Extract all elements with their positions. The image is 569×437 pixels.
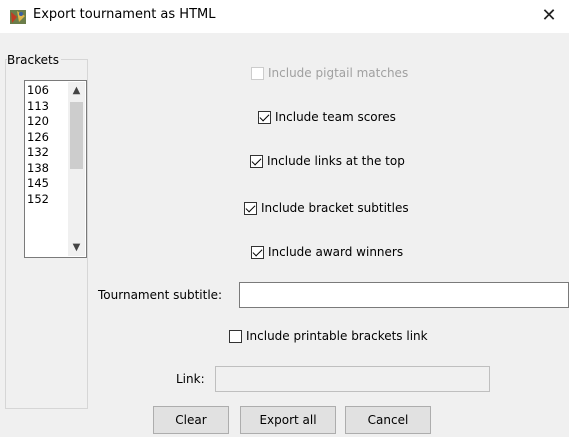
scroll-thumb[interactable]: [70, 102, 83, 169]
brackets-scrollbar[interactable]: ▲ ▼: [68, 82, 85, 256]
close-icon[interactable]: ✕: [535, 4, 563, 28]
window-title: Export tournament as HTML: [33, 7, 216, 22]
brackets-list: 106 113 120 126 132 138 145 152: [27, 83, 49, 207]
links-top-checkbox[interactable]: Include links at the top: [250, 154, 405, 168]
bracket-list-item[interactable]: 106: [27, 83, 49, 99]
bracket-list-item[interactable]: 138: [27, 161, 49, 177]
team-scores-checkbox[interactable]: Include team scores: [258, 110, 396, 124]
bracket-list-item[interactable]: 126: [27, 130, 49, 146]
links-top-checkbox-label: Include links at the top: [267, 154, 405, 168]
brackets-listbox[interactable]: 106 113 120 126 132 138 145 152 ▲ ▼: [24, 80, 87, 258]
bracket-subtitles-checkbox-box[interactable]: [244, 201, 257, 215]
link-label: Link:: [176, 372, 205, 386]
cancel-button[interactable]: Cancel: [345, 406, 431, 434]
links-top-checkbox-box[interactable]: [250, 154, 263, 168]
bracket-list-item[interactable]: 120: [27, 114, 49, 130]
bracket-list-item[interactable]: 145: [27, 176, 49, 192]
bracket-subtitles-checkbox-label: Include bracket subtitles: [261, 201, 409, 215]
brackets-label: Brackets: [7, 53, 61, 67]
pigtail-checkbox-box[interactable]: [251, 66, 264, 80]
link-input: [215, 366, 490, 392]
pigtail-checkbox-label: Include pigtail matches: [268, 66, 409, 80]
bracket-subtitles-checkbox[interactable]: Include bracket subtitles: [244, 201, 409, 215]
clear-button[interactable]: Clear: [153, 406, 229, 434]
award-winners-checkbox-label: Include award winners: [268, 245, 404, 259]
team-scores-checkbox-label: Include team scores: [275, 110, 396, 124]
title-bar: Export tournament as HTML ✕: [0, 0, 569, 33]
award-winners-checkbox-box[interactable]: [251, 245, 264, 259]
chevron-up-icon[interactable]: ▲: [68, 82, 85, 99]
tournament-subtitle-label: Tournament subtitle:: [98, 288, 223, 302]
pigtail-checkbox[interactable]: Include pigtail matches: [251, 66, 408, 80]
printable-link-checkbox-box[interactable]: [229, 329, 242, 343]
bracket-list-item[interactable]: 113: [27, 99, 49, 115]
tournament-subtitle-input[interactable]: [239, 282, 569, 308]
award-winners-checkbox[interactable]: Include award winners: [251, 245, 403, 259]
team-scores-checkbox-box[interactable]: [258, 110, 271, 124]
tournament-app-icon: [10, 10, 26, 24]
chevron-down-icon[interactable]: ▼: [68, 239, 85, 256]
printable-link-checkbox-label: Include printable brackets link: [246, 329, 428, 343]
printable-link-checkbox[interactable]: Include printable brackets link: [229, 329, 428, 343]
bracket-list-item[interactable]: 152: [27, 192, 49, 208]
bracket-list-item[interactable]: 132: [27, 145, 49, 161]
export-all-button[interactable]: Export all: [240, 406, 336, 434]
